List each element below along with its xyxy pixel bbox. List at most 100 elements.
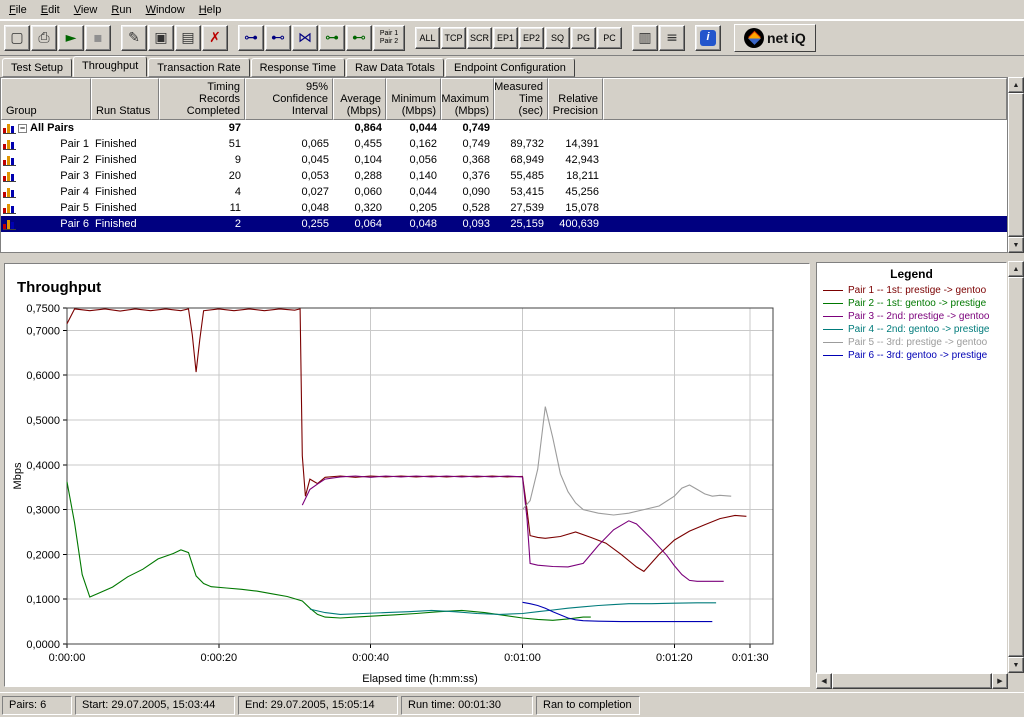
scroll-down-button[interactable]: ▼	[1008, 237, 1024, 253]
filter-tcp-button[interactable]: TCP	[441, 27, 466, 49]
scrollbar-thumb[interactable]	[832, 673, 992, 689]
column-header-95-confidence[interactable]: 95% Confidence Interval	[245, 78, 333, 120]
run-test-button[interactable]: ►	[58, 25, 84, 51]
filter-all-button[interactable]: ALL	[415, 27, 440, 49]
legend-items: Pair 1 -- 1st: prestige -> gentoo Pair 2 …	[817, 284, 1006, 362]
pair-chart-icon	[3, 123, 16, 134]
table-row-pair-4[interactable]: Pair 4 Finished 4 0,027 0,060 0,044 0,090 53,41…	[1, 184, 1007, 200]
menu-help[interactable]: Help	[192, 1, 229, 19]
paste-pair-button[interactable]: ▤	[175, 25, 201, 51]
column-header-minimum[interactable]: Minimum (Mbps)	[386, 78, 441, 120]
scroll-up-button[interactable]: ▲	[1008, 261, 1024, 277]
tab-raw-data-totals[interactable]: Raw Data Totals	[346, 58, 444, 77]
filter-sq-button[interactable]: SQ	[545, 27, 570, 49]
scroll-right-button[interactable]: ▶	[992, 673, 1008, 689]
scrollbar-thumb[interactable]	[1008, 277, 1024, 657]
tab-transaction-rate[interactable]: Transaction Rate	[148, 58, 250, 77]
run-status-cell: Finished	[95, 218, 137, 230]
column-header-relative[interactable]: Relative Precision	[548, 78, 603, 120]
table-row-pair-2[interactable]: Pair 2 Finished 9 0,045 0,104 0,056 0,368 68,94…	[1, 152, 1007, 168]
table-row-all-pairs[interactable]: − All Pairs 97 0,864 0,044 0,749	[1, 120, 1007, 136]
pair-view-1-icon: ⊶	[244, 30, 258, 46]
column-header-average[interactable]: Average (Mbps)	[333, 78, 386, 120]
scrollbar-track[interactable]	[832, 673, 992, 689]
chart-bar	[7, 219, 10, 229]
filter-ep2-button[interactable]: EP2	[519, 27, 544, 49]
legend-horizontal-scrollbar[interactable]: ◀ ▶	[816, 673, 1008, 689]
pair-view-4-button[interactable]: ⊶	[319, 25, 345, 51]
group-cell: Pair 3	[1, 170, 91, 182]
filter-pg-button[interactable]: PG	[571, 27, 596, 49]
pair-view-5-button[interactable]: ⊷	[346, 25, 372, 51]
print-button[interactable]: ⎙	[31, 25, 57, 51]
collapse-toggle[interactable]: −	[18, 123, 27, 133]
tab-endpoint-configuration[interactable]: Endpoint Configuration	[444, 58, 575, 77]
list-view-button[interactable]: ▥	[632, 25, 658, 51]
splitter[interactable]	[0, 253, 1024, 261]
tab-response-time[interactable]: Response Time	[250, 58, 346, 77]
delete-pair-button[interactable]: ✗	[202, 25, 228, 51]
legend-line-swatch	[823, 303, 843, 304]
tab-throughput[interactable]: Throughput	[72, 56, 148, 77]
stop-test-button[interactable]: ▪	[85, 25, 111, 51]
filter-pc-button[interactable]: PC	[597, 27, 622, 49]
help-info-button[interactable]: i	[695, 25, 721, 51]
max-cell: 0,749	[462, 138, 490, 150]
max-cell: 0,090	[462, 186, 490, 198]
group-cell: Pair 6	[1, 218, 91, 230]
scrollbar-thumb[interactable]	[1008, 93, 1024, 237]
column-header-maximum[interactable]: Maximum (Mbps)	[441, 78, 494, 120]
column-header-group[interactable]: Group	[1, 78, 91, 120]
netiq-logo-text-iq: iQ	[791, 30, 806, 46]
menu-run[interactable]: Run	[104, 1, 138, 19]
x-axis-label: Elapsed time (h:mm:ss)	[362, 673, 478, 685]
scrollbar-track[interactable]	[1008, 93, 1024, 237]
time-cell: 68,949	[510, 154, 544, 166]
tab-test-setup[interactable]: Test Setup	[2, 58, 72, 77]
menu-file[interactable]: File	[2, 1, 34, 19]
table-row-pair-5[interactable]: Pair 5 Finished 11 0,048 0,320 0,205 0,528 27,5…	[1, 200, 1007, 216]
pair-compare-button[interactable]: Pair 1 Pair 2	[373, 25, 405, 51]
pair-view-3-button[interactable]: ⋈	[292, 25, 318, 51]
column-header-measured[interactable]: Measured Time (sec)	[494, 78, 548, 120]
scrollbar-track[interactable]	[1008, 277, 1024, 657]
group-name: Pair 5	[60, 202, 89, 214]
toolbar: ▢ ⎙ ► ▪ ✎ ▣ ▤ ✗ ⊶ ⊷ ⋈ ⊶ ⊷ Pair 1 Pair 2 ALL TCP SCR EP1 EP2…	[0, 20, 1024, 56]
legend-vertical-scrollbar[interactable]: ▲ ▼	[1008, 261, 1024, 673]
table-row-pair-1[interactable]: Pair 1 Finished 51 0,065 0,455 0,162 0,749 89,7…	[1, 136, 1007, 152]
scroll-up-button[interactable]: ▲	[1008, 77, 1024, 93]
filter-scr-button[interactable]: SCR	[467, 27, 492, 49]
report-view-button[interactable]: ≡	[659, 25, 685, 51]
legend-label: Pair 6 -- 3rd: gentoo -> prestige	[848, 350, 988, 361]
avg-cell: 0,104	[354, 154, 382, 166]
edit-pair-button[interactable]: ✎	[121, 25, 147, 51]
new-test-button[interactable]: ▢	[4, 25, 30, 51]
table-vertical-scrollbar[interactable]: ▲ ▼	[1008, 77, 1024, 253]
column-header-timing-records[interactable]: Timing Records Completed	[159, 78, 245, 120]
pair-chart-icon	[3, 203, 16, 214]
menu-window[interactable]: Window	[139, 1, 192, 19]
group-cell: − All Pairs	[1, 122, 91, 134]
table-row-pair-3[interactable]: Pair 3 Finished 20 0,053 0,288 0,140 0,376 55,4…	[1, 168, 1007, 184]
menu-edit[interactable]: Edit	[34, 1, 67, 19]
menu-view[interactable]: View	[67, 1, 105, 19]
filter-ep1-button[interactable]: EP1	[493, 27, 518, 49]
svg-text:0,7000: 0,7000	[26, 325, 60, 337]
pair-view-2-button[interactable]: ⊷	[265, 25, 291, 51]
table-row-pair-6[interactable]: Pair 6 Finished 2 0,255 0,064 0,048 0,093 25,15…	[1, 216, 1007, 232]
svg-text:0,7500: 0,7500	[26, 303, 60, 315]
pair-view-1-button[interactable]: ⊶	[238, 25, 264, 51]
legend-panel: Legend Pair 1 -- 1st: prestige -> gentoo…	[816, 262, 1007, 673]
netiq-globe-icon	[744, 28, 764, 48]
chart-bar	[3, 143, 6, 149]
chart-bar	[11, 125, 14, 133]
scroll-left-button[interactable]: ◀	[816, 673, 832, 689]
min-cell: 0,205	[409, 202, 437, 214]
status-start: Start: 29.07.2005, 15:03:44	[75, 696, 235, 715]
group-cell: Pair 4	[1, 186, 91, 198]
run-status-cell: Finished	[95, 202, 137, 214]
scroll-down-button[interactable]: ▼	[1008, 657, 1024, 673]
legend-label: Pair 3 -- 2nd: prestige -> gentoo	[848, 311, 990, 322]
column-header-run-status[interactable]: Run Status	[91, 78, 159, 120]
copy-pair-button[interactable]: ▣	[148, 25, 174, 51]
